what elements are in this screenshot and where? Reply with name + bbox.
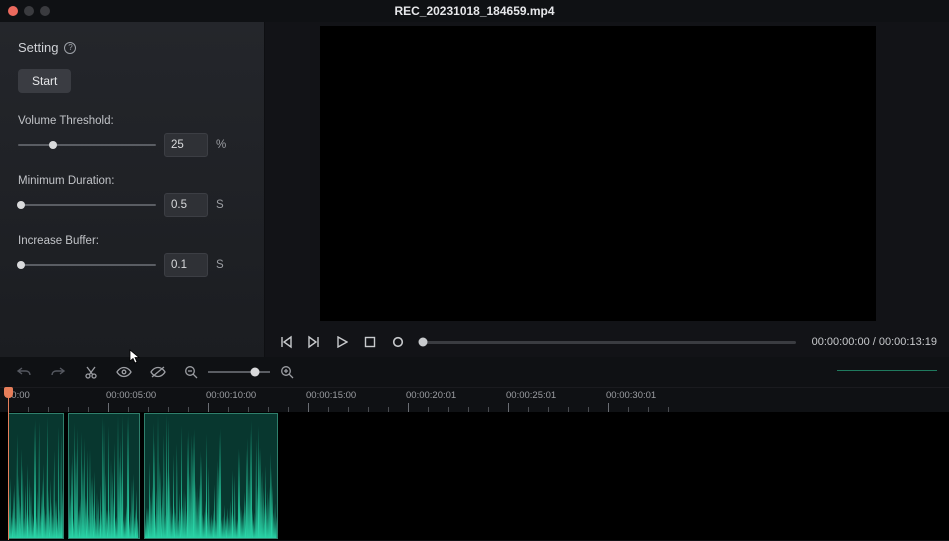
- transport-bar: 00:00:00:00 / 00:00:13:19: [265, 327, 949, 357]
- ruler-tick: [608, 403, 609, 412]
- zoom-in-button[interactable]: [280, 365, 294, 379]
- settings-panel: Setting ? Start Volume Threshold: 25 % M…: [0, 22, 265, 357]
- zoom-slider-thumb[interactable]: [250, 368, 259, 377]
- ruler-tick: [308, 403, 309, 412]
- hide-button[interactable]: [150, 366, 166, 378]
- ruler-tick: [408, 403, 409, 412]
- increase-buffer-label: Increase Buffer:: [18, 235, 248, 247]
- start-button[interactable]: Start: [18, 69, 71, 93]
- cut-button[interactable]: [84, 365, 98, 379]
- current-time: 00:00:00:00: [812, 336, 870, 348]
- volume-threshold-input[interactable]: 25: [164, 133, 208, 157]
- ruler-label: 00:00:10:00: [206, 390, 256, 401]
- volume-threshold-unit: %: [216, 139, 226, 151]
- minimum-duration-unit: S: [216, 199, 224, 211]
- minimum-duration-input[interactable]: 0.5: [164, 193, 208, 217]
- step-forward-button[interactable]: [305, 333, 323, 351]
- increase-buffer-input[interactable]: 0.1: [164, 253, 208, 277]
- playback-progress[interactable]: [423, 341, 796, 344]
- volume-threshold-label: Volume Threshold:: [18, 115, 248, 127]
- minimum-duration-label: Minimum Duration:: [18, 175, 248, 187]
- step-back-button[interactable]: [277, 333, 295, 351]
- ruler-tick: [508, 403, 509, 412]
- increase-buffer-slider-thumb[interactable]: [17, 261, 25, 269]
- audio-clip[interactable]: [144, 413, 278, 539]
- preview-button[interactable]: [116, 366, 132, 378]
- total-time: 00:00:13:19: [879, 336, 937, 348]
- window-title: REC_20231018_184659.mp4: [0, 4, 949, 18]
- increase-buffer-unit: S: [216, 259, 224, 271]
- playback-progress-thumb[interactable]: [419, 338, 428, 347]
- preview-accent-line: [837, 369, 937, 371]
- ruler-tick: [108, 403, 109, 412]
- volume-threshold-slider-thumb[interactable]: [49, 141, 57, 149]
- play-button[interactable]: [333, 333, 351, 351]
- timeline-ruler[interactable]: 00:0000:00:05:0000:00:10:0000:00:15:0000…: [0, 387, 949, 412]
- ruler-label: 00:00:05:00: [106, 390, 156, 401]
- ruler-label: 00:00:30:01: [606, 390, 656, 401]
- volume-threshold-slider[interactable]: [18, 144, 156, 146]
- stop-button[interactable]: [361, 333, 379, 351]
- minimum-duration-slider-thumb[interactable]: [17, 201, 25, 209]
- zoom-slider[interactable]: [208, 371, 270, 373]
- settings-header: Setting ?: [18, 40, 248, 55]
- minimum-duration-slider[interactable]: [18, 204, 156, 206]
- titlebar: REC_20231018_184659.mp4: [0, 0, 949, 22]
- zoom-out-button[interactable]: [184, 365, 198, 379]
- redo-button[interactable]: [50, 365, 66, 379]
- settings-title: Setting: [18, 40, 58, 55]
- audio-clip[interactable]: [8, 413, 64, 539]
- ruler-label: 00:00:20:01: [406, 390, 456, 401]
- video-preview: [320, 26, 876, 321]
- audio-clip[interactable]: [68, 413, 140, 539]
- ruler-label: 00:00:15:00: [306, 390, 356, 401]
- preview-area: 00:00:00:00 / 00:00:13:19: [265, 22, 949, 357]
- playhead-line: [8, 388, 9, 540]
- timeline-track[interactable]: [0, 412, 949, 540]
- time-readout: 00:00:00:00 / 00:00:13:19: [812, 336, 937, 348]
- record-button[interactable]: [389, 333, 407, 351]
- ruler-label: 00:00:25:01: [506, 390, 556, 401]
- help-icon[interactable]: ?: [64, 42, 76, 54]
- increase-buffer-slider[interactable]: [18, 264, 156, 266]
- undo-button[interactable]: [16, 365, 32, 379]
- timeline-toolbar: [0, 357, 949, 387]
- ruler-tick: [208, 403, 209, 412]
